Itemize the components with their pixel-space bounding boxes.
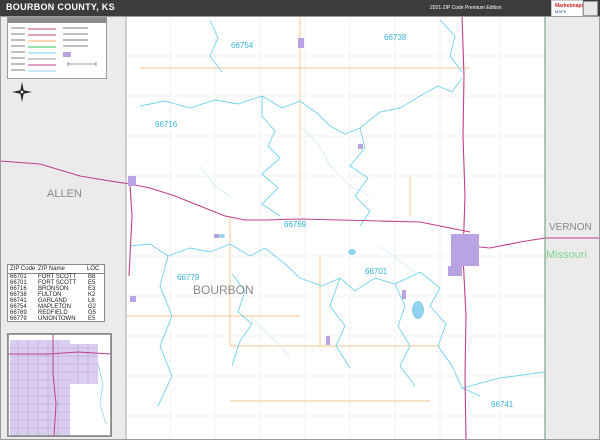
zip-label-66754: 66754: [231, 41, 254, 50]
map-title: BOURBON COUNTY, KS: [6, 2, 115, 12]
inset-canvas: [8, 334, 111, 436]
zip-label-66741: 66741: [491, 400, 514, 409]
brand-tagline: MAPS: [555, 9, 567, 14]
table-cell: 66779: [10, 316, 27, 322]
table-cell: UNIONTOWN: [38, 316, 76, 322]
zip-label-66738: 66738: [384, 33, 407, 42]
edition-label: 2021 ZIP Code Premium Edition: [430, 5, 502, 11]
qr-code-icon: [583, 1, 598, 16]
zip-label-66701: 66701: [365, 267, 388, 276]
legend: [7, 17, 107, 79]
zip-map-page: BOURBON COUNTY, KS 2021 ZIP Code Premium…: [0, 0, 600, 440]
table-cell: E5: [88, 316, 96, 322]
title-bar: BOURBON COUNTY, KS 2021 ZIP Code Premium…: [0, 0, 600, 18]
fort-scott-inset-map[interactable]: [7, 333, 112, 437]
vernon-county-label: VERNON: [549, 222, 592, 233]
zip-code-table: ZIP Code ZIP Name LOC 66701 FORT SCOTT B…: [7, 264, 105, 322]
header-zip-name: ZIP Name: [38, 266, 65, 272]
zip-table-header: ZIP Code ZIP Name LOC: [8, 265, 104, 274]
zip-label-66769: 66769: [284, 220, 307, 229]
zip-label-66716: 66716: [155, 120, 178, 129]
header-loc: LOC: [87, 266, 100, 272]
bourbon-county-area: [126, 16, 545, 440]
header-zip-code: ZIP Code: [10, 266, 36, 272]
state-label: Missouri: [546, 249, 587, 261]
legend-symbols: [11, 27, 97, 72]
compass-rose-icon: [12, 82, 32, 102]
bourbon-county-label: BOURBON: [193, 283, 254, 297]
zip-label-66779: 66779: [177, 273, 200, 282]
allen-county-label: ALLEN: [47, 188, 82, 200]
